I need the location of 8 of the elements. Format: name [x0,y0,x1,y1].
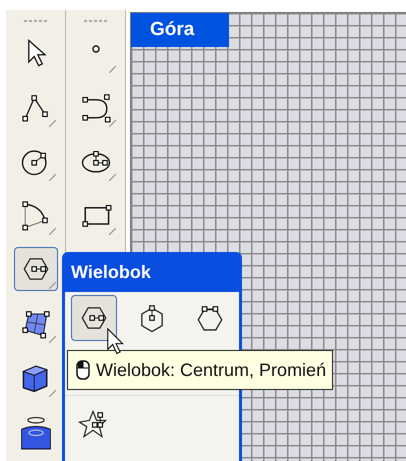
grip-icon[interactable] [82,19,108,23]
mouse-icon [76,360,90,380]
tool-button[interactable] [14,247,58,291]
grip-icon[interactable] [22,19,48,23]
point-icon [92,45,100,53]
tool-button[interactable] [71,295,117,341]
viewport-label[interactable]: Góra [131,13,229,47]
cursor-icon [106,328,126,356]
